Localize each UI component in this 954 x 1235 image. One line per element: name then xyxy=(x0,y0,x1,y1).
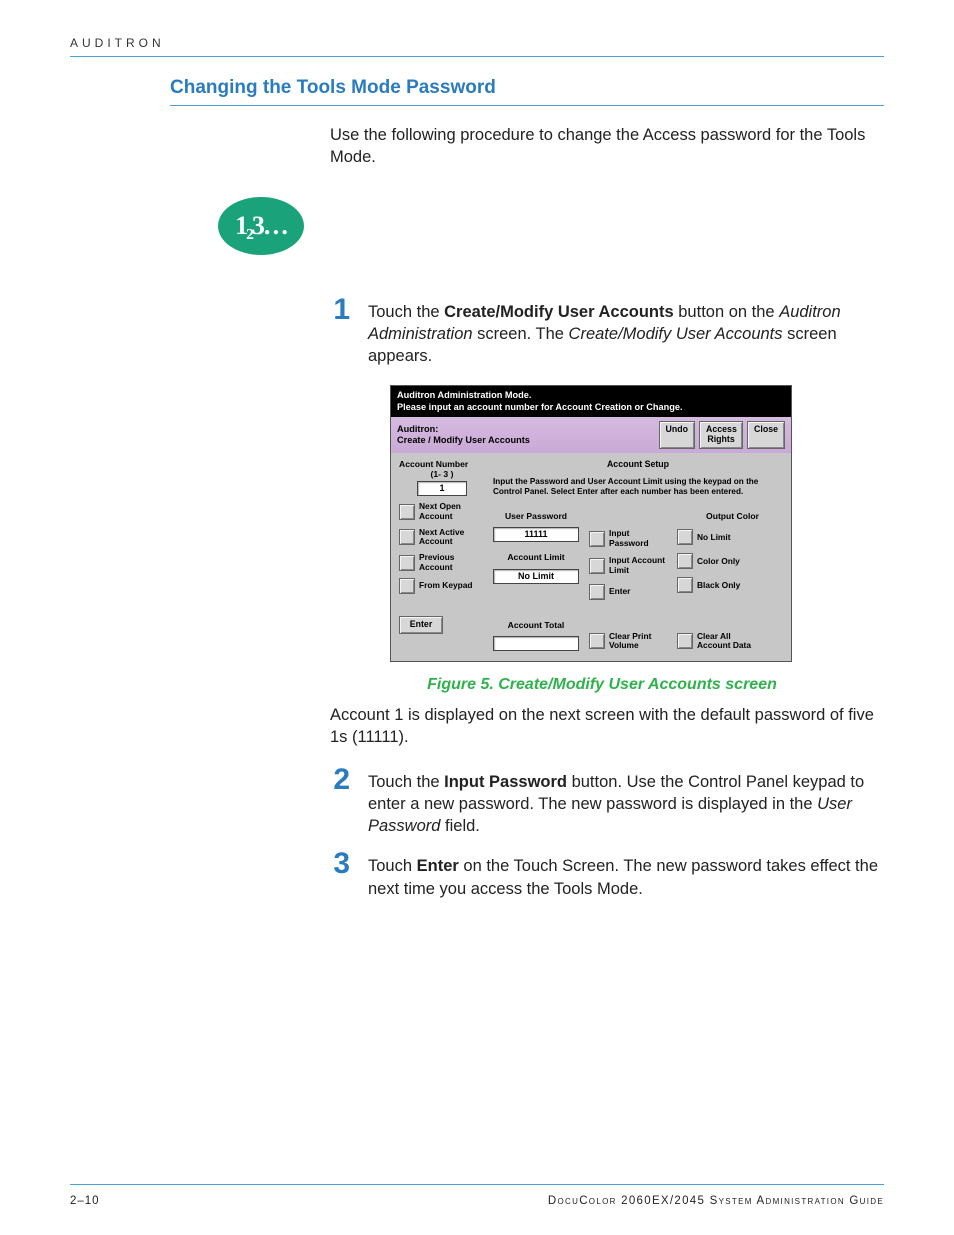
book-title: DocuColor 2060EX/2045 System Administrat… xyxy=(548,1195,884,1207)
button-icon xyxy=(399,529,415,545)
account-number-range: (1- 3 ) xyxy=(399,469,485,479)
step-body: Touch the Input Password button. Use the… xyxy=(368,771,884,838)
enter-button[interactable]: Enter xyxy=(399,616,443,634)
page-footer: 2–10 DocuColor 2060EX/2045 System Admini… xyxy=(70,1184,884,1207)
button-icon xyxy=(399,578,415,594)
button-label: Input Account Limit xyxy=(609,556,667,575)
banner-line: Please input an account number for Accou… xyxy=(397,402,785,414)
account-number-group: Account Number (1- 3 ) 1 xyxy=(399,459,485,497)
step-3: 3 Touch Enter on the Touch Screen. The n… xyxy=(70,849,884,900)
step-bold: Create/Modify User Accounts xyxy=(444,303,674,321)
intro-text: Use the following procedure to change th… xyxy=(330,124,884,169)
figure-caption: Figure 5. Create/Modify User Accounts sc… xyxy=(320,676,884,694)
access-rights-button[interactable]: Access Rights xyxy=(699,421,743,448)
button-icon xyxy=(677,633,693,649)
button-label: Next Open Account xyxy=(419,502,485,521)
section-title: Changing the Tools Mode Password xyxy=(170,77,884,99)
step-text: Touch the xyxy=(368,303,444,321)
color-only-button[interactable]: Color Only xyxy=(677,553,759,569)
black-only-button[interactable]: Black Only xyxy=(677,577,759,593)
button-icon xyxy=(399,555,415,571)
account-limit-label: Account Limit xyxy=(493,552,579,562)
step-2: 2 Touch the Input Password button. Use t… xyxy=(70,765,884,838)
button-label: Clear Print Volume xyxy=(609,632,667,651)
button-icon xyxy=(589,531,605,547)
button-label: Black Only xyxy=(697,581,740,591)
button-icon xyxy=(677,553,693,569)
title-line: Create / Modify User Accounts xyxy=(397,435,530,447)
section-rule xyxy=(170,105,884,106)
button-icon xyxy=(399,504,415,520)
input-password-button[interactable]: Input Password xyxy=(589,529,667,548)
title-text: Auditron: Create / Modify User Accounts xyxy=(397,424,530,447)
account-total-label: Account Total xyxy=(493,620,579,630)
step-number: 2 xyxy=(290,765,350,795)
title-line: Auditron: xyxy=(397,424,530,436)
account-number-label: Account Number xyxy=(399,459,485,469)
input-account-limit-button[interactable]: Input Account Limit xyxy=(589,556,667,575)
step-text: button on the xyxy=(674,303,780,321)
account-number-field[interactable]: 1 xyxy=(417,481,467,496)
step-italic: Create/Modify User Accounts xyxy=(569,325,783,343)
title-bar: Auditron: Create / Modify User Accounts … xyxy=(391,417,791,452)
button-label: No Limit xyxy=(697,533,731,543)
page-number: 2–10 xyxy=(70,1195,100,1207)
mode-banner: Auditron Administration Mode. Please inp… xyxy=(391,386,791,417)
account-total-field xyxy=(493,636,579,651)
clear-all-account-data-button[interactable]: Clear All Account Data xyxy=(677,632,759,651)
step-body: Touch the Create/Modify User Accounts bu… xyxy=(368,301,884,368)
step-text: screen. The xyxy=(473,325,569,343)
next-active-account-button[interactable]: Next Active Account xyxy=(399,528,485,547)
left-column: Account Number (1- 3 ) 1 Next Open Accou… xyxy=(399,459,485,651)
after-figure-text: Account 1 is displayed on the next scree… xyxy=(330,704,884,749)
numbered-steps-icon: 1₂3… xyxy=(218,197,304,255)
button-icon xyxy=(589,584,605,600)
step-bold: Enter xyxy=(417,857,459,875)
chapter-rule xyxy=(70,56,884,57)
clear-print-volume-button[interactable]: Clear Print Volume xyxy=(589,632,667,651)
from-keypad-button[interactable]: From Keypad xyxy=(399,578,485,594)
step-number: 3 xyxy=(290,849,350,879)
button-icon xyxy=(677,529,693,545)
previous-account-button[interactable]: Previous Account xyxy=(399,553,485,572)
button-label: Color Only xyxy=(697,557,740,567)
setup-instructions: Input the Password and User Account Limi… xyxy=(493,477,783,498)
user-password-label: User Password xyxy=(493,511,579,521)
user-password-field[interactable]: 11111 xyxy=(493,527,579,542)
banner-line: Auditron Administration Mode. xyxy=(397,390,785,402)
step-1: 1 Touch the Create/Modify User Accounts … xyxy=(70,295,884,368)
enter-button-center[interactable]: Enter xyxy=(589,584,667,600)
next-open-account-button[interactable]: Next Open Account xyxy=(399,502,485,521)
step-text: Touch xyxy=(368,857,417,875)
manual-page: AUDITRON Changing the Tools Mode Passwor… xyxy=(0,0,954,1235)
button-icon xyxy=(677,577,693,593)
button-label: Input Password xyxy=(609,529,667,548)
button-icon xyxy=(589,558,605,574)
step-text: Touch the xyxy=(368,773,444,791)
button-icon xyxy=(589,633,605,649)
account-setup-heading: Account Setup xyxy=(493,459,783,469)
undo-button[interactable]: Undo xyxy=(659,421,695,448)
step-bold: Input Password xyxy=(444,773,567,791)
button-label: Next Active Account xyxy=(419,528,485,547)
button-label: Previous Account xyxy=(419,553,485,572)
button-label: From Keypad xyxy=(419,581,473,591)
right-column: Account Setup Input the Password and Use… xyxy=(493,459,783,651)
no-limit-button[interactable]: No Limit xyxy=(677,529,759,545)
account-limit-field[interactable]: No Limit xyxy=(493,569,579,584)
step-text: field. xyxy=(440,817,479,835)
output-color-label: Output Color xyxy=(677,511,759,521)
button-label: Enter xyxy=(609,587,630,597)
close-button[interactable]: Close xyxy=(747,421,785,448)
button-label: Clear All Account Data xyxy=(697,632,759,651)
chapter-header: AUDITRON xyxy=(70,36,884,50)
step-number: 1 xyxy=(290,295,350,325)
step-body: Touch Enter on the Touch Screen. The new… xyxy=(368,855,884,900)
device-screenshot: Auditron Administration Mode. Please inp… xyxy=(390,385,792,662)
footer-rule xyxy=(70,1184,884,1185)
